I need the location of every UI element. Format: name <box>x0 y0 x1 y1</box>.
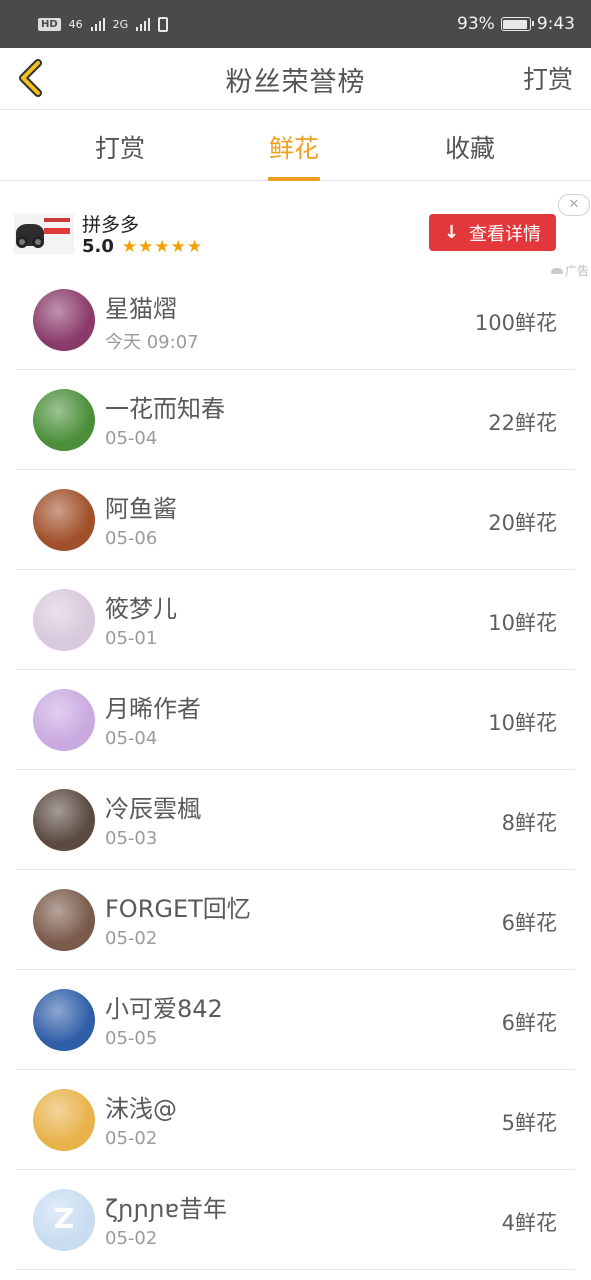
status-bar: HD 46 2G 93% 9:43 <box>0 0 591 48</box>
fan-date: 05-02 <box>105 928 158 949</box>
clock: 9:43 <box>536 14 575 34</box>
ad-banner[interactable]: 拼多多 5.0 ★★★★★ ↓ 查看详情 ✕ 广告 <box>0 182 591 278</box>
title-bar: 粉丝荣誉榜 打赏 <box>0 48 591 110</box>
fan-name: FORGET回忆 <box>105 895 251 923</box>
view-details-button[interactable]: ↓ 查看详情 <box>429 214 556 251</box>
vibrate-icon <box>158 16 169 32</box>
flower-count: 22鲜花 <box>488 411 557 435</box>
network-type-1: 46 <box>68 17 83 31</box>
status-right: 93% 9:43 <box>457 14 575 34</box>
tab-flowers-label: 鲜花 <box>269 134 320 163</box>
fan-date: 05-04 <box>105 728 158 749</box>
tab-flowers[interactable]: 鲜花 <box>268 129 321 181</box>
ad-rating-score: 5.0 <box>82 236 114 257</box>
flower-count: 4鲜花 <box>501 1211 557 1235</box>
fan-row[interactable]: 星猫熠今天 09:07 100鲜花 <box>16 270 574 370</box>
avatar <box>33 389 95 451</box>
fan-list: 星猫熠今天 09:07 100鲜花一花而知春 05-04 22鲜花阿鱼酱 05-06 20… <box>16 270 574 1270</box>
fan-row[interactable]: 冷辰雲楓 05-03 8鲜花 <box>16 770 574 870</box>
fan-row[interactable]: Zζɲɲɲɐ昔年 05-02 4鲜花 <box>16 1170 574 1270</box>
flower-count: 20鲜花 <box>488 511 557 535</box>
flower-count: 8鲜花 <box>501 811 557 835</box>
fan-date: 05-02 <box>105 1128 158 1149</box>
avatar <box>33 1089 95 1151</box>
fan-date: 05-01 <box>105 628 158 649</box>
view-details-label: 查看详情 <box>469 223 542 245</box>
fan-row[interactable]: FORGET回忆 05-02 6鲜花 <box>16 870 574 970</box>
signal-icon <box>90 17 105 31</box>
fan-row[interactable]: 阿鱼酱 05-06 20鲜花 <box>16 470 574 570</box>
fan-row[interactable]: 月晞作者 05-04 10鲜花 <box>16 670 574 770</box>
reward-button[interactable]: 打赏 <box>523 60 573 96</box>
avatar <box>33 889 95 951</box>
fan-date: 05-06 <box>105 528 158 549</box>
tab-bar: 打赏 鲜花 收藏 <box>0 111 591 181</box>
network-type-2: 2G <box>112 17 129 31</box>
flower-count: 5鲜花 <box>501 1111 557 1135</box>
signal-icon-2 <box>136 17 151 31</box>
download-icon: ↓ <box>443 222 460 243</box>
ad-app-name: 拼多多 <box>82 214 140 236</box>
flower-count: 6鲜花 <box>501 911 557 935</box>
avatar <box>33 489 95 551</box>
ad-close-button[interactable]: ✕ <box>558 194 590 216</box>
fan-row[interactable]: 沫浅@ 05-02 5鲜花 <box>16 1070 574 1170</box>
fan-name: 冷辰雲楓 <box>105 795 201 823</box>
tab-reward[interactable]: 打赏 <box>95 129 145 165</box>
avatar <box>33 689 95 751</box>
tab-reward-label: 打赏 <box>95 134 146 163</box>
active-tab-indicator <box>268 177 321 181</box>
status-left-icons: HD 46 2G <box>38 16 169 32</box>
avatar <box>33 989 95 1051</box>
battery-fill <box>503 19 527 29</box>
avatar <box>33 289 95 351</box>
avatar <box>33 589 95 651</box>
page-title: 粉丝荣誉榜 <box>225 67 366 98</box>
hd-badge: HD <box>38 17 61 31</box>
battery-percent: 93% <box>457 14 495 34</box>
fan-name: ζɲɲɲɐ昔年 <box>105 1195 227 1223</box>
flower-count: 10鲜花 <box>488 611 557 635</box>
flower-count: 10鲜花 <box>488 711 557 735</box>
avatar: Z <box>33 1189 95 1251</box>
star-rating-icon: ★★★★★ <box>121 236 204 257</box>
avatar <box>33 789 95 851</box>
fan-name: 小可爱842 <box>105 995 223 1023</box>
fan-name: 一花而知春 <box>105 395 225 423</box>
battery-icon <box>500 17 534 31</box>
fan-row[interactable]: 小可爱842 05-05 6鲜花 <box>16 970 574 1070</box>
fan-date: 今天 09:07 <box>105 332 199 353</box>
fan-row[interactable]: 一花而知春 05-04 22鲜花 <box>16 370 574 470</box>
tab-favorites-label: 收藏 <box>445 134 496 163</box>
flower-count: 6鲜花 <box>501 1011 557 1035</box>
fan-name: 阿鱼酱 <box>105 495 177 523</box>
fan-name: 沫浅@ <box>105 1095 177 1123</box>
flower-count: 100鲜花 <box>474 311 557 335</box>
fan-name: 星猫熠 <box>105 295 177 323</box>
tab-favorites[interactable]: 收藏 <box>445 129 495 165</box>
fan-date: 05-04 <box>105 428 158 449</box>
fan-date: 05-02 <box>105 1228 158 1249</box>
fan-date: 05-03 <box>105 828 158 849</box>
fan-name: 筱梦儿 <box>105 595 177 623</box>
fan-row[interactable]: 筱梦儿 05-01 10鲜花 <box>16 570 574 670</box>
fan-name: 月晞作者 <box>105 695 201 723</box>
ad-thumbnail <box>14 214 74 254</box>
ad-rating: 5.0 ★★★★★ <box>82 236 203 257</box>
avatar-glyph: Z <box>53 1202 75 1235</box>
fan-date: 05-05 <box>105 1028 158 1049</box>
